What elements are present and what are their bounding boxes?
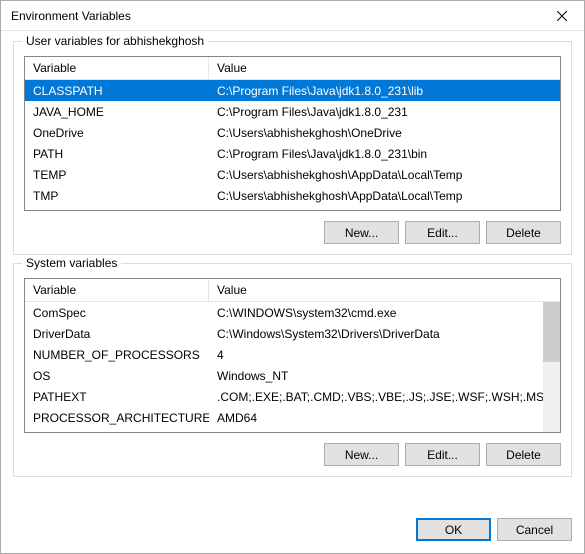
variable-value-cell: C:\Users\abhishekghosh\AppData\Local\Tem… xyxy=(209,189,560,203)
table-row[interactable]: TEMPC:\Users\abhishekghosh\AppData\Local… xyxy=(25,164,560,185)
table-row[interactable]: PROCESSOR_IDENTIFIERIntel64 Family 6 Mod… xyxy=(25,428,543,433)
user-edit-button[interactable]: Edit... xyxy=(405,221,480,244)
environment-variables-dialog: Environment Variables User variables for… xyxy=(0,0,585,554)
variable-name-cell: ComSpec xyxy=(25,306,209,320)
variable-name-cell: OS xyxy=(25,369,209,383)
table-row[interactable]: CLASSPATHC:\Program Files\Java\jdk1.8.0_… xyxy=(25,80,560,101)
system-delete-button[interactable]: Delete xyxy=(486,443,561,466)
system-buttons-row: New... Edit... Delete xyxy=(24,443,561,466)
variable-value-cell: C:\Program Files\Java\jdk1.8.0_231 xyxy=(209,105,560,119)
variable-value-cell: 4 xyxy=(209,348,543,362)
user-group-label: User variables for abhishekghosh xyxy=(22,34,208,48)
system-variables-list[interactable]: Variable Value ComSpecC:\WINDOWS\system3… xyxy=(24,278,561,433)
column-header-value[interactable]: Value xyxy=(209,279,560,301)
dialog-content: User variables for abhishekghosh Variabl… xyxy=(1,31,584,510)
user-variables-group: User variables for abhishekghosh Variabl… xyxy=(13,41,572,255)
variable-name-cell: PROCESSOR_ARCHITECTURE xyxy=(25,411,209,425)
cancel-button[interactable]: Cancel xyxy=(497,518,572,541)
variable-name-cell: TMP xyxy=(25,189,209,203)
close-icon xyxy=(557,11,567,21)
variable-value-cell: AMD64 xyxy=(209,411,543,425)
variable-name-cell: PROCESSOR_IDENTIFIER xyxy=(25,432,209,434)
variable-name-cell: PATHEXT xyxy=(25,390,209,404)
variable-value-cell: Windows_NT xyxy=(209,369,543,383)
variable-value-cell: .COM;.EXE;.BAT;.CMD;.VBS;.VBE;.JS;.JSE;.… xyxy=(209,390,543,404)
variable-value-cell: C:\WINDOWS\system32\cmd.exe xyxy=(209,306,543,320)
variable-name-cell: CLASSPATH xyxy=(25,84,209,98)
column-header-variable[interactable]: Variable xyxy=(25,57,209,79)
system-new-button[interactable]: New... xyxy=(324,443,399,466)
dialog-buttons: OK Cancel xyxy=(1,510,584,553)
table-row[interactable]: NUMBER_OF_PROCESSORS4 xyxy=(25,344,543,365)
titlebar: Environment Variables xyxy=(1,1,584,31)
table-row[interactable]: OSWindows_NT xyxy=(25,365,543,386)
variable-value-cell: C:\Windows\System32\Drivers\DriverData xyxy=(209,327,543,341)
user-list-header: Variable Value xyxy=(25,57,560,80)
variable-name-cell: JAVA_HOME xyxy=(25,105,209,119)
variable-name-cell: DriverData xyxy=(25,327,209,341)
table-row[interactable]: ComSpecC:\WINDOWS\system32\cmd.exe xyxy=(25,302,543,323)
table-row[interactable]: DriverDataC:\Windows\System32\Drivers\Dr… xyxy=(25,323,543,344)
table-row[interactable]: TMPC:\Users\abhishekghosh\AppData\Local\… xyxy=(25,185,560,206)
scrollbar-thumb[interactable] xyxy=(543,302,560,362)
variable-name-cell: TEMP xyxy=(25,168,209,182)
close-button[interactable] xyxy=(539,1,584,31)
scrollbar[interactable] xyxy=(543,302,560,432)
variable-name-cell: PATH xyxy=(25,147,209,161)
variable-name-cell: NUMBER_OF_PROCESSORS xyxy=(25,348,209,362)
ok-button[interactable]: OK xyxy=(416,518,491,541)
table-row[interactable]: JAVA_HOMEC:\Program Files\Java\jdk1.8.0_… xyxy=(25,101,560,122)
window-title: Environment Variables xyxy=(11,9,539,23)
table-row[interactable]: PROCESSOR_ARCHITECTUREAMD64 xyxy=(25,407,543,428)
system-variables-group: System variables Variable Value ComSpecC… xyxy=(13,263,572,477)
variable-value-cell: C:\Program Files\Java\jdk1.8.0_231\lib xyxy=(209,84,560,98)
table-row[interactable]: PATHEXT.COM;.EXE;.BAT;.CMD;.VBS;.VBE;.JS… xyxy=(25,386,543,407)
user-variables-list[interactable]: Variable Value CLASSPATHC:\Program Files… xyxy=(24,56,561,211)
table-row[interactable]: PATHC:\Program Files\Java\jdk1.8.0_231\b… xyxy=(25,143,560,164)
variable-name-cell: OneDrive xyxy=(25,126,209,140)
variable-value-cell: C:\Users\abhishekghosh\AppData\Local\Tem… xyxy=(209,168,560,182)
table-row[interactable]: OneDriveC:\Users\abhishekghosh\OneDrive xyxy=(25,122,560,143)
variable-value-cell: C:\Users\abhishekghosh\OneDrive xyxy=(209,126,560,140)
user-delete-button[interactable]: Delete xyxy=(486,221,561,244)
variable-value-cell: Intel64 Family 6 Model 78 Stepping 3, Ge… xyxy=(209,432,543,434)
column-header-variable[interactable]: Variable xyxy=(25,279,209,301)
user-buttons-row: New... Edit... Delete xyxy=(24,221,561,244)
variable-value-cell: C:\Program Files\Java\jdk1.8.0_231\bin xyxy=(209,147,560,161)
system-group-label: System variables xyxy=(22,256,121,270)
system-list-header: Variable Value xyxy=(25,279,560,302)
user-new-button[interactable]: New... xyxy=(324,221,399,244)
column-header-value[interactable]: Value xyxy=(209,57,560,79)
system-edit-button[interactable]: Edit... xyxy=(405,443,480,466)
